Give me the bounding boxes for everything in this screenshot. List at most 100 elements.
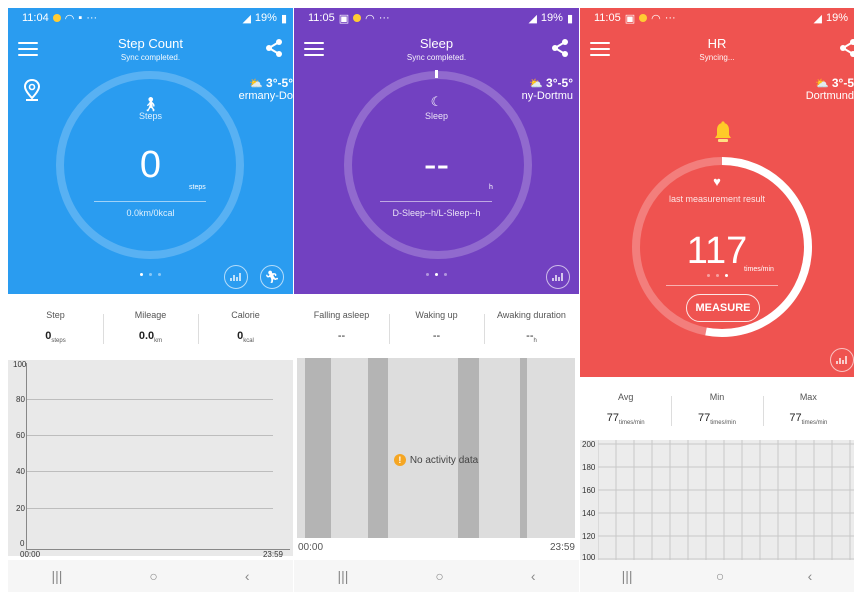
y-tick-label: 0: [20, 539, 25, 548]
weather-widget[interactable]: ⛅ 3°-5 Dortmund: [806, 76, 854, 102]
hr-label: last measurement result: [668, 194, 766, 204]
heart-icon: ♥: [713, 174, 721, 189]
y-tick-label: 180: [582, 463, 596, 472]
share-icon[interactable]: [264, 38, 284, 58]
bar-chart-icon: [552, 273, 563, 281]
x-end-label: 23:59: [549, 542, 575, 553]
grid-line: [27, 435, 273, 436]
step-header: 11:04 ◠ ▪ ··· ◢ 19% ▮ Step Count Sync complet…: [8, 8, 293, 294]
share-icon[interactable]: [838, 38, 854, 58]
bar-chart-icon: [230, 273, 241, 281]
sleep-bar: [368, 358, 388, 538]
stats-button[interactable]: [546, 265, 570, 289]
signal-icon: ◢: [528, 12, 537, 25]
system-nav-bar: ||| ○ ‹: [580, 560, 854, 592]
step-stats: Step 0steps Mileage 0.0km Calorie 0kcal: [8, 310, 293, 345]
heart-rate-screen: 11:05 ▣ ◠ ··· ◢ 19% HR Syncing... ⛅ 3°-5 Dor…: [580, 8, 854, 592]
run-button[interactable]: 🏃︎: [260, 265, 284, 289]
system-nav-bar: ||| ○ ‹: [8, 560, 293, 592]
x-start-label: 00:00: [20, 550, 41, 559]
stats-button[interactable]: [224, 265, 248, 289]
weather-temp: 3°-5°: [546, 76, 573, 90]
hr-chart: 200 180 160 140 120 100: [580, 440, 854, 562]
share-icon[interactable]: [550, 38, 570, 58]
more-icon: ···: [378, 12, 390, 24]
wifi-icon: ◠: [651, 12, 661, 25]
page-indicator[interactable]: [580, 274, 854, 277]
y-tick-label: 160: [582, 486, 596, 495]
signal-icon: ◢: [242, 12, 251, 25]
stat-falling-asleep: Falling asleep --: [313, 310, 370, 342]
battery-icon: ▮: [280, 12, 287, 25]
hr-unit: times/min: [744, 266, 774, 273]
back-button[interactable]: ‹: [245, 568, 250, 584]
sleep-bar: [458, 358, 479, 538]
step-count-screen: 11:04 ◠ ▪ ··· ◢ 19% ▮ Step Count Sync complet…: [8, 8, 293, 592]
y-tick-label: 80: [16, 395, 25, 404]
page-indicator[interactable]: [294, 273, 579, 276]
weather-temp: 3°-5: [831, 76, 854, 90]
recent-apps-button[interactable]: |||: [622, 568, 633, 584]
y-tick-label: 40: [16, 467, 25, 476]
status-time: 11:04: [22, 12, 49, 24]
status-bar: 11:05 ▣ ◠ ··· ◢ 19%: [594, 11, 848, 25]
notification-icon: [52, 14, 61, 22]
grid-line: [27, 471, 273, 472]
sleep-bar: [520, 358, 527, 538]
steps-value: 0: [139, 144, 162, 186]
sleep-breakdown: D-Sleep--h/L-Sleep--h: [392, 208, 481, 218]
status-time: 11:05: [594, 12, 621, 24]
notification-icon: [353, 14, 362, 22]
divider-line: [666, 285, 778, 286]
message-icon: ▪: [78, 12, 83, 24]
stats-button[interactable]: [830, 348, 854, 372]
page-title: Sleep: [419, 36, 454, 51]
battery-icon: ▮: [566, 12, 573, 25]
page-indicator[interactable]: [8, 273, 293, 276]
battery-text: 19%: [540, 12, 563, 24]
gallery-icon: ▣: [624, 12, 636, 25]
back-button[interactable]: ‹: [808, 568, 813, 584]
divider-line: [380, 201, 492, 202]
x-start-label: 00:00: [298, 542, 324, 553]
y-tick-label: 200: [582, 440, 596, 449]
wifi-icon: ◠: [365, 12, 375, 25]
bell-icon[interactable]: [712, 120, 734, 144]
home-button[interactable]: ○: [435, 568, 443, 584]
y-tick-label: 20: [16, 504, 25, 513]
weather-location: Dortmund: [805, 90, 854, 102]
status-time: 11:05: [308, 12, 335, 24]
sync-status: Syncing...: [699, 53, 735, 62]
system-nav-bar: ||| ○ ‹: [294, 560, 579, 592]
recent-apps-button[interactable]: |||: [337, 568, 348, 584]
signal-icon: ◢: [813, 12, 822, 25]
steps-label: Steps: [138, 111, 162, 121]
stat-waking-up: Waking up --: [389, 310, 484, 345]
recent-apps-button[interactable]: |||: [51, 568, 62, 584]
page-title: HR: [707, 36, 727, 51]
sleep-unit: h: [489, 184, 493, 191]
more-icon: ···: [86, 12, 98, 24]
y-tick-label: 120: [582, 532, 596, 541]
measure-button[interactable]: MEASURE: [686, 294, 760, 322]
wifi-icon: ◠: [64, 12, 75, 25]
home-button[interactable]: ○: [149, 568, 157, 584]
y-tick-label: 100: [13, 360, 27, 369]
x-end-label: 23:59: [262, 550, 283, 559]
weather-icon: ⛅: [815, 78, 829, 90]
more-icon: ···: [664, 12, 676, 24]
stat-mileage: Mileage 0.0km: [103, 310, 198, 345]
weather-icon: ⛅: [249, 78, 263, 90]
sleep-stats: Falling asleep -- Waking up -- Awaking dur…: [294, 310, 579, 345]
home-button[interactable]: ○: [716, 568, 724, 584]
stat-calorie: Calorie 0kcal: [198, 310, 293, 345]
back-button[interactable]: ‹: [531, 568, 536, 584]
weather-temp: 3°-5°: [266, 76, 293, 90]
battery-text: 19%: [825, 12, 848, 24]
ring-marker: [435, 70, 438, 78]
stat-step: Step 0steps: [45, 310, 66, 345]
sleep-header: 11:05 ▣ ◠ ··· ◢ 19% ▮ Sleep Sync completed. ⛅…: [294, 8, 579, 294]
no-data-message: ! No activity data: [297, 454, 575, 466]
sync-status: Sync completed.: [120, 53, 181, 62]
weather-icon: ⛅: [529, 78, 543, 90]
